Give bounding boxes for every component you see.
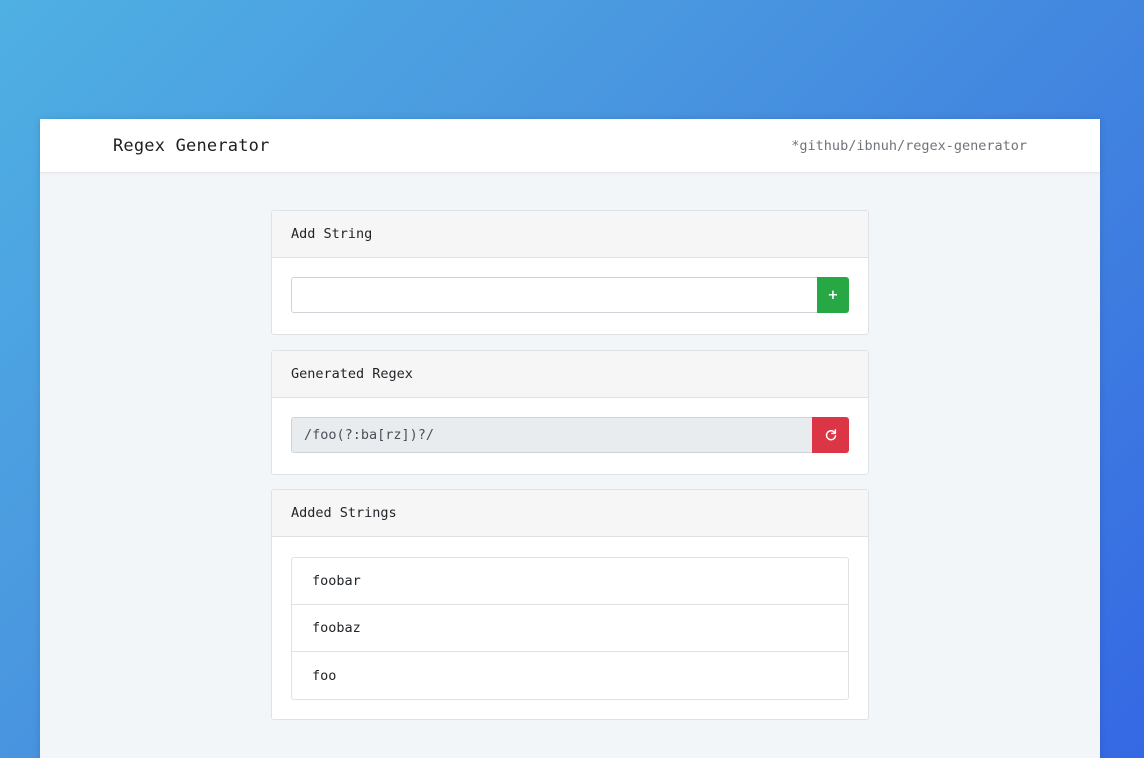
added-strings-body: foobar foobaz foo <box>272 537 868 720</box>
generated-regex-header: Generated Regex <box>272 351 868 398</box>
add-string-input[interactable] <box>291 277 817 313</box>
add-string-card: Add String + <box>271 210 869 335</box>
add-string-button[interactable]: + <box>817 277 849 313</box>
list-item[interactable]: foobaz <box>292 605 848 652</box>
app-window: Regex Generator *github/ibnuh/regex-gene… <box>40 119 1100 758</box>
github-link[interactable]: *github/ibnuh/regex-generator <box>791 138 1027 154</box>
add-string-input-group: + <box>291 277 849 313</box>
list-item[interactable]: foobar <box>292 558 848 605</box>
generated-regex-body <box>272 398 868 472</box>
reset-button[interactable] <box>812 417 849 453</box>
app-title: Regex Generator <box>113 135 270 156</box>
added-strings-card: Added Strings foobar foobaz foo <box>271 489 869 720</box>
navbar: Regex Generator *github/ibnuh/regex-gene… <box>40 119 1100 173</box>
generated-regex-input-group <box>291 417 849 453</box>
add-string-header: Add String <box>272 211 868 258</box>
generated-regex-output[interactable] <box>291 417 812 453</box>
added-strings-list: foobar foobaz foo <box>291 557 849 700</box>
add-string-body: + <box>272 258 868 332</box>
added-strings-header: Added Strings <box>272 490 868 537</box>
refresh-icon <box>825 429 836 441</box>
generated-regex-card: Generated Regex <box>271 350 869 475</box>
list-item[interactable]: foo <box>292 652 848 699</box>
